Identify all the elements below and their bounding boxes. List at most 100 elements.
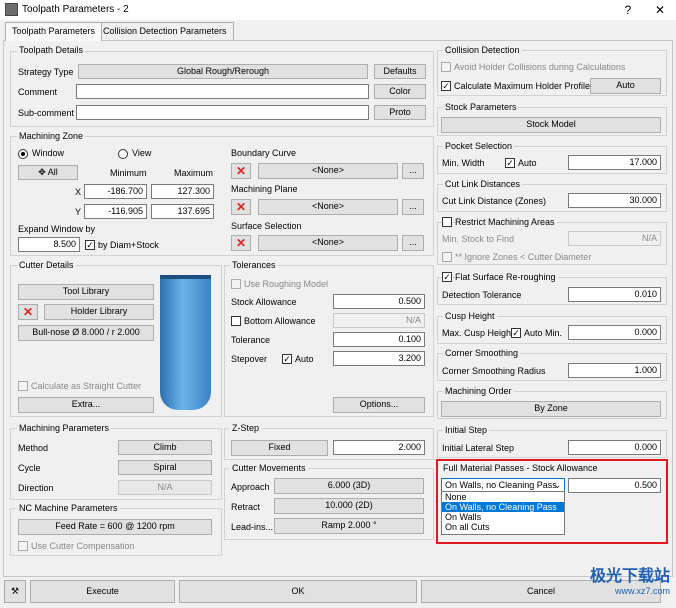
approach-label: Approach — [231, 482, 270, 492]
cut-link-zones-input[interactable]: 30.000 — [568, 193, 661, 208]
initial-lateral-input[interactable]: 0.000 — [568, 440, 661, 455]
leadins-label[interactable]: Lead-ins... — [231, 522, 273, 532]
cutter-clear-icon[interactable]: ✕ — [18, 304, 38, 320]
cutter-preview-image — [160, 275, 211, 410]
straight-cutter-label: Calculate as Straight Cutter — [31, 381, 142, 391]
window-radio-label: Window — [32, 148, 65, 158]
machining-order-title: Machining Order — [443, 386, 514, 396]
dropdown-option-none[interactable]: None — [442, 492, 564, 502]
ignore-zones-checkbox[interactable] — [442, 252, 452, 262]
cusp-height-title: Cusp Height — [443, 311, 497, 321]
expand-window-label: Expand Window by — [18, 224, 96, 234]
machining-order-button[interactable]: By Zone — [441, 401, 661, 417]
plane-clear-icon[interactable]: ✕ — [231, 199, 251, 215]
detection-tolerance-label: Detection Tolerance — [442, 290, 522, 300]
ok-button[interactable]: OK — [179, 580, 417, 603]
tab-toolpath-parameters[interactable]: Toolpath Parameters — [5, 22, 103, 41]
stepover-label: Stepover — [231, 354, 268, 364]
cutter-comp-label: Use Cutter Compensation — [31, 541, 135, 551]
z-step-title: Z-Step — [230, 423, 262, 433]
expand-window-input[interactable]: 8.500 — [18, 237, 80, 252]
cycle-button[interactable]: Spiral — [118, 460, 212, 475]
holder-library-button[interactable]: Holder Library — [44, 304, 154, 320]
all-button[interactable]: ✥ All — [18, 165, 78, 180]
y-min-input[interactable]: -116.905 — [84, 204, 147, 219]
boundary-browse-button[interactable]: ... — [402, 163, 424, 179]
stepover-auto-checkbox[interactable]: ✓ — [282, 354, 292, 364]
execute-button[interactable]: Execute — [30, 580, 175, 603]
min-width-auto-checkbox[interactable]: ✓ — [505, 158, 515, 168]
retract-button[interactable]: 10.000 (2D) — [274, 498, 424, 514]
plane-browse-button[interactable]: ... — [402, 199, 424, 215]
max-cusp-input[interactable]: 0.000 — [568, 325, 661, 340]
reroughing-checkbox[interactable]: ✓ — [442, 272, 452, 282]
leadins-button[interactable]: Ramp 2.000 ° — [274, 518, 424, 534]
pocket-selection-title: Pocket Selection — [443, 141, 515, 151]
diam-stock-checkbox[interactable]: ✓ — [85, 240, 95, 250]
restrict-label: Restrict Machining Areas — [455, 217, 557, 227]
surface-selection-button[interactable]: <None> — [258, 235, 398, 251]
cutter-preview-top — [160, 275, 211, 279]
avoid-holder-label: Avoid Holder Collisions during Calculati… — [454, 62, 626, 72]
approach-button[interactable]: 6.000 (3D) — [274, 478, 424, 494]
avoid-holder-checkbox[interactable] — [441, 62, 451, 72]
close-button[interactable]: ✕ — [646, 2, 674, 18]
detection-tolerance-input[interactable]: 0.010 — [568, 287, 661, 302]
stock-model-button[interactable]: Stock Model — [441, 117, 661, 133]
restrict-checkbox[interactable] — [442, 217, 452, 227]
full-material-input[interactable]: 0.500 — [568, 478, 661, 493]
tolerance-input[interactable]: 0.100 — [333, 332, 425, 347]
view-radio[interactable] — [118, 149, 128, 159]
color-button[interactable]: Color — [374, 84, 426, 99]
straight-cutter-checkbox[interactable] — [18, 381, 28, 391]
stepover-input[interactable]: 3.200 — [333, 351, 425, 366]
direction-button[interactable]: N/A — [118, 480, 212, 495]
initial-lateral-label: Initial Lateral Step — [442, 443, 515, 453]
extra-button[interactable]: Extra... — [18, 397, 154, 413]
watermark-url: www.xz7.com — [614, 586, 670, 596]
dropdown-option-all-cuts[interactable]: On all Cuts — [442, 522, 564, 532]
x-min-input[interactable]: -186.700 — [84, 184, 147, 199]
diam-stock-label: by Diam+Stock — [98, 240, 159, 250]
roughing-model-checkbox[interactable] — [231, 279, 241, 289]
window-radio[interactable] — [18, 149, 28, 159]
max-holder-checkbox[interactable]: ✓ — [441, 81, 451, 91]
proto-button[interactable]: Proto — [374, 105, 426, 120]
y-max-input[interactable]: 137.695 — [151, 204, 214, 219]
stock-allowance-input[interactable]: 0.500 — [333, 294, 425, 309]
surface-clear-icon[interactable]: ✕ — [231, 235, 251, 251]
tool-icon-button[interactable]: ⚒ — [4, 580, 26, 603]
tool-library-button[interactable]: Tool Library — [18, 284, 154, 300]
surface-selection-label: Surface Selection — [231, 221, 302, 231]
machining-plane-button[interactable]: <None> — [258, 199, 398, 215]
strategy-type-button[interactable]: Global Rough/Rerough — [78, 64, 368, 79]
retract-label: Retract — [231, 502, 261, 512]
corner-radius-input[interactable]: 1.000 — [568, 363, 661, 378]
auto-min-checkbox[interactable]: ✓ — [511, 328, 521, 338]
z-step-mode-button[interactable]: Fixed — [231, 440, 328, 456]
dropdown-option-walls-no-cleaning[interactable]: On Walls, no Cleaning Pass — [442, 502, 564, 512]
tool-name-button[interactable]: Bull-nose Ø 8.000 / r 2.000 — [18, 325, 154, 341]
boundary-clear-icon[interactable]: ✕ — [231, 163, 251, 179]
min-width-input[interactable]: 17.000 — [568, 155, 661, 170]
bottom-allowance-input[interactable]: N/A — [333, 313, 425, 328]
surface-browse-button[interactable]: ... — [402, 235, 424, 251]
max-holder-auto-button[interactable]: Auto — [590, 78, 661, 94]
method-button[interactable]: Climb — [118, 440, 212, 455]
subcomment-input[interactable] — [76, 105, 369, 120]
defaults-button[interactable]: Defaults — [374, 64, 426, 79]
comment-input[interactable] — [76, 84, 369, 99]
tab-collision-detection[interactable]: Collision Detection Parameters — [96, 22, 234, 40]
min-stock-input[interactable]: N/A — [568, 231, 661, 246]
help-button[interactable]: ? — [614, 2, 642, 18]
x-max-input[interactable]: 127.300 — [151, 184, 214, 199]
dropdown-option-walls[interactable]: On Walls — [442, 512, 564, 522]
boundary-curve-button[interactable]: <None> — [258, 163, 398, 179]
watermark-logo: 极光下载站 www.xz7.com — [540, 562, 674, 606]
bottom-allowance-checkbox[interactable] — [231, 316, 241, 326]
cutter-comp-checkbox[interactable] — [18, 541, 28, 551]
min-width-label: Min. Width — [442, 158, 485, 168]
z-step-input[interactable]: 2.000 — [333, 440, 425, 455]
feed-rate-button[interactable]: Feed Rate = 600 @ 1200 rpm — [18, 519, 212, 535]
options-button[interactable]: Options... — [333, 397, 425, 413]
